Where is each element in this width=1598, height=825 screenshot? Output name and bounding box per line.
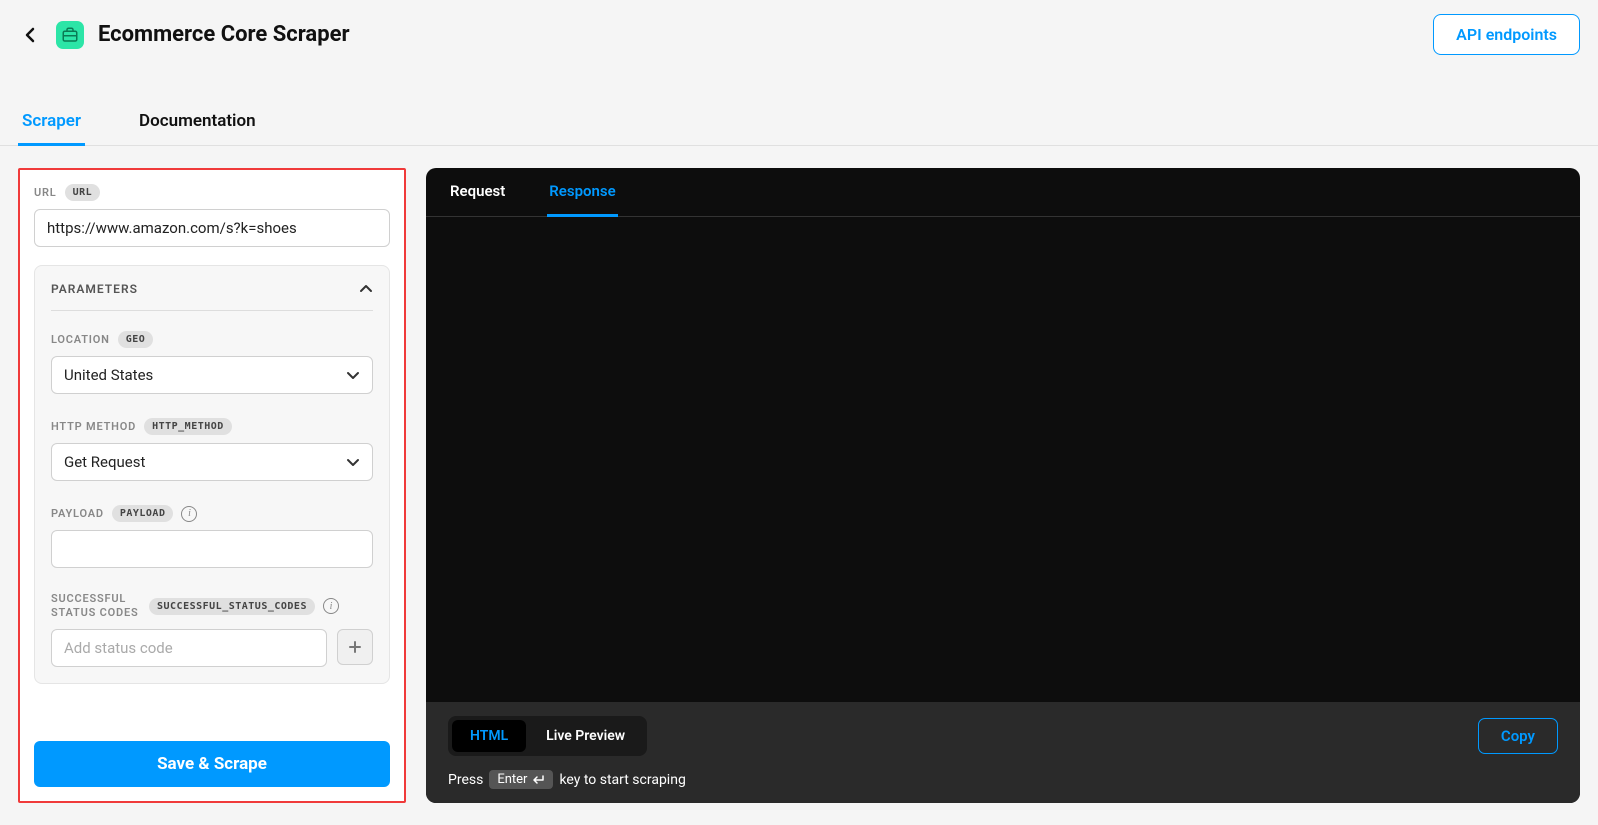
location-select[interactable]: United States <box>51 356 373 394</box>
hint-enter-label: Enter <box>497 772 527 787</box>
header-left: Ecommerce Core Scraper <box>18 21 350 49</box>
tab-request[interactable]: Request <box>448 168 507 217</box>
status-codes-row <box>51 629 373 667</box>
enter-key: Enter <box>489 770 553 789</box>
app-icon <box>56 21 84 49</box>
status-code-input[interactable] <box>51 629 327 667</box>
url-input[interactable] <box>34 209 390 247</box>
main-tabs: Scraper Documentation <box>0 99 1598 146</box>
location-badge: GEO <box>118 331 154 348</box>
save-scrape-button[interactable]: Save & Scrape <box>34 741 390 787</box>
result-body <box>426 217 1580 702</box>
footer-hint: Press Enter key to start scraping <box>448 770 1558 789</box>
api-endpoints-button[interactable]: API endpoints <box>1433 14 1580 55</box>
briefcase-icon <box>61 26 79 44</box>
location-label: LOCATION <box>51 333 110 346</box>
hint-rest: key to start scraping <box>559 772 685 788</box>
parameters-card: PARAMETERS LOCATION GEO United States H <box>34 265 390 684</box>
payload-badge: PAYLOAD <box>112 505 174 522</box>
status-codes-field: SUCCESSFUL STATUS CODES SUCCESSFUL_STATU… <box>51 592 373 667</box>
http-method-badge: HTTP_METHOD <box>144 418 232 435</box>
payload-label: PAYLOAD <box>51 507 104 520</box>
chevron-up-icon <box>359 282 373 296</box>
chevron-down-icon <box>346 368 360 382</box>
return-icon <box>531 774 545 786</box>
status-codes-badge: SUCCESSFUL_STATUS_CODES <box>149 598 315 615</box>
page-title: Ecommerce Core Scraper <box>98 22 350 47</box>
chevron-left-icon <box>23 27 37 43</box>
tab-scraper[interactable]: Scraper <box>18 99 85 146</box>
add-status-code-button[interactable] <box>337 629 373 665</box>
result-panel: Request Response HTML Live Preview Copy … <box>426 168 1580 803</box>
copy-button[interactable]: Copy <box>1478 718 1558 754</box>
view-html-button[interactable]: HTML <box>452 720 526 752</box>
view-live-preview-button[interactable]: Live Preview <box>528 720 643 752</box>
status-codes-label-row: SUCCESSFUL STATUS CODES SUCCESSFUL_STATU… <box>51 592 373 621</box>
location-label-row: LOCATION GEO <box>51 331 373 348</box>
http-method-label: HTTP METHOD <box>51 420 136 433</box>
info-icon[interactable]: i <box>323 598 339 614</box>
url-label-row: URL URL <box>34 184 390 201</box>
info-icon[interactable]: i <box>181 506 197 522</box>
tab-response[interactable]: Response <box>547 168 617 217</box>
status-codes-label: SUCCESSFUL STATUS CODES <box>51 592 141 621</box>
http-method-select[interactable]: Get Request <box>51 443 373 481</box>
url-section: URL URL <box>34 184 390 247</box>
http-method-field: HTTP METHOD HTTP_METHOD Get Request <box>51 418 373 481</box>
config-panel: URL URL PARAMETERS LOCATION GEO United S… <box>18 168 406 803</box>
parameters-header[interactable]: PARAMETERS <box>51 282 373 311</box>
result-tabs: Request Response <box>426 168 1580 217</box>
http-method-label-row: HTTP METHOD HTTP_METHOD <box>51 418 373 435</box>
url-label: URL <box>34 186 57 199</box>
plus-icon <box>348 640 362 654</box>
location-field: LOCATION GEO United States <box>51 331 373 394</box>
back-button[interactable] <box>18 23 42 47</box>
result-footer: HTML Live Preview Copy Press Enter key t… <box>426 702 1580 803</box>
payload-field: PAYLOAD PAYLOAD i <box>51 505 373 568</box>
view-toggle: HTML Live Preview <box>448 716 647 756</box>
parameters-title: PARAMETERS <box>51 282 138 296</box>
chevron-down-icon <box>346 455 360 469</box>
tab-documentation[interactable]: Documentation <box>135 99 260 146</box>
payload-input[interactable] <box>51 530 373 568</box>
location-value: United States <box>64 366 153 384</box>
page-header: Ecommerce Core Scraper API endpoints <box>0 0 1598 69</box>
hint-press: Press <box>448 772 483 788</box>
url-badge: URL <box>65 184 101 201</box>
http-method-value: Get Request <box>64 453 145 471</box>
payload-label-row: PAYLOAD PAYLOAD i <box>51 505 373 522</box>
main-content: URL URL PARAMETERS LOCATION GEO United S… <box>0 146 1598 803</box>
footer-top: HTML Live Preview Copy <box>448 716 1558 756</box>
